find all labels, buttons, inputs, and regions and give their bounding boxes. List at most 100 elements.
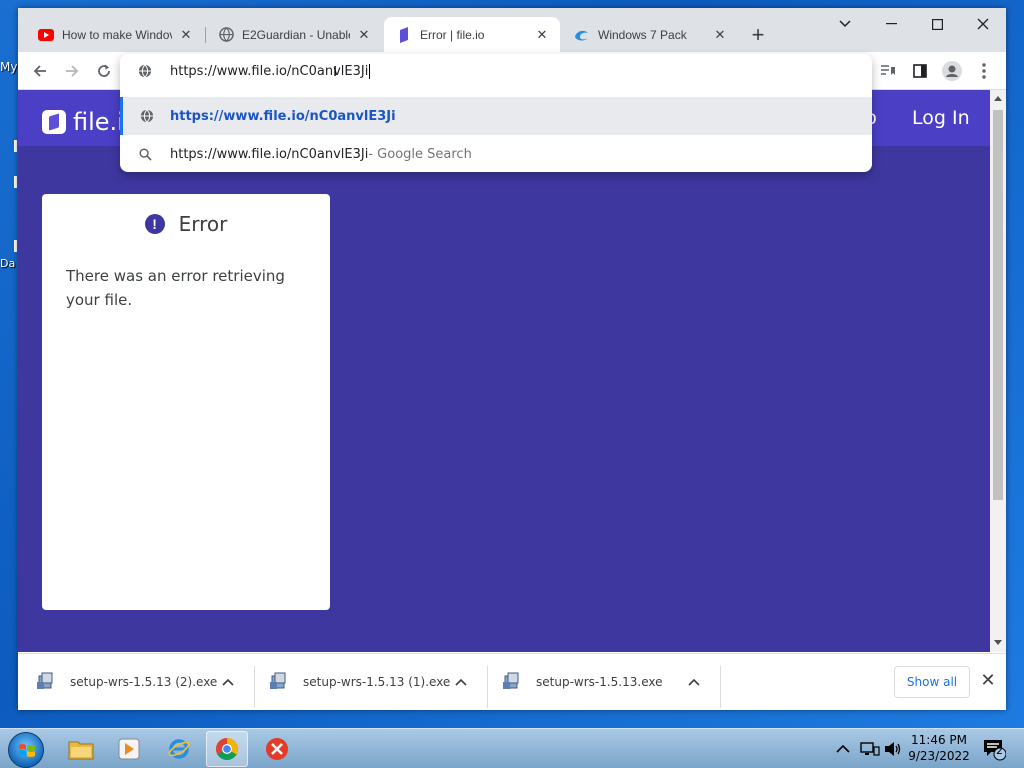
downloads-bar: setup-wrs-1.5.13 (2).exe setup-wrs-1.5.1… <box>18 653 1006 710</box>
taskbar-internet-explorer[interactable] <box>158 731 200 767</box>
chevron-down-icon <box>839 20 851 28</box>
windows-logo-icon <box>19 744 35 757</box>
show-all-button[interactable]: Show all <box>894 666 970 698</box>
system-clock[interactable]: 11:46 PM 9/23/2022 <box>900 732 978 764</box>
close-tab-icon[interactable]: ✕ <box>534 27 550 43</box>
chrome-icon <box>216 738 238 760</box>
desktop-icon-fragment <box>14 176 17 188</box>
installer-icon <box>36 671 58 693</box>
download-item[interactable]: setup-wrs-1.5.13 (2).exe <box>18 664 250 700</box>
desktop-icon-fragment <box>14 240 17 252</box>
error-header: ! Error <box>42 212 330 236</box>
maximize-icon <box>931 18 943 30</box>
download-item[interactable]: setup-wrs-1.5.13.exe <box>484 664 716 700</box>
scroll-down-icon[interactable] <box>994 640 1002 645</box>
close-icon <box>977 18 989 30</box>
internet-explorer-icon <box>168 739 190 759</box>
desktop-icon-fragment <box>14 140 17 152</box>
search-icon <box>120 147 170 161</box>
side-panel-icon <box>913 64 927 78</box>
tab-title: Windows 7 Pack <box>598 27 687 42</box>
close-downloads-icon[interactable]: ✕ <box>976 668 1000 692</box>
chevron-up-icon[interactable] <box>218 675 238 689</box>
chevron-up-icon <box>836 744 850 753</box>
clock-date: 9/23/2022 <box>908 749 970 763</box>
browser-window: How to make Windov ✕ E2Guardian - Unable… <box>18 8 1006 710</box>
tab-windows7[interactable]: Windows 7 Pack ✕ <box>562 17 738 52</box>
minimize-button[interactable] <box>868 8 914 40</box>
tab-youtube[interactable]: How to make Windov ✕ <box>26 17 204 52</box>
taskbar: 11:46 PM 9/23/2022 2 <box>0 728 1024 768</box>
reload-button[interactable] <box>90 57 118 85</box>
address-input[interactable]: https://www.file.io/nC0anvlE3Ji <box>170 64 368 79</box>
arrow-right-icon <box>66 65 79 77</box>
reading-list-button[interactable] <box>874 57 902 85</box>
clock-time: 11:46 PM <box>911 733 967 747</box>
tab-e2guardian[interactable]: E2Guardian - Unable ✕ <box>206 17 382 52</box>
tab-search-button[interactable] <box>822 8 868 40</box>
edge-icon <box>574 27 590 43</box>
chevron-up-icon[interactable] <box>684 675 704 689</box>
taskbar-explorer[interactable] <box>60 731 102 767</box>
arrow-left-icon <box>33 65 46 77</box>
exclamation-icon: ! <box>144 214 165 234</box>
close-window-button[interactable] <box>960 8 1006 40</box>
fileio-icon <box>396 26 412 43</box>
minimize-icon <box>885 23 897 25</box>
reading-list-icon <box>881 65 895 75</box>
start-button[interactable] <box>8 732 44 768</box>
avatar-icon <box>942 61 962 81</box>
menu-button[interactable] <box>970 57 998 85</box>
scroll-thumb[interactable] <box>993 110 1003 500</box>
scroll-up-icon[interactable] <box>994 96 1002 101</box>
back-button[interactable] <box>26 57 54 85</box>
address-bar[interactable]: https://www.file.io/nC0anvlE3Ji I <box>120 54 872 88</box>
error-message: There was an error retrieving your file. <box>66 267 285 309</box>
ibeam-cursor-icon: I <box>333 63 338 80</box>
globe-icon <box>123 109 170 123</box>
installer-icon <box>269 671 291 693</box>
close-tab-icon[interactable]: ✕ <box>356 27 372 43</box>
desktop-icon-label[interactable]: Da <box>0 257 15 270</box>
page-content: file.io o Log In ! Error There was an er… <box>18 90 990 652</box>
tab-fileio[interactable]: Error | file.io ✕ <box>384 17 560 52</box>
red-x-app-icon <box>266 738 288 760</box>
download-separator <box>720 666 721 708</box>
tab-title: Error | file.io <box>420 27 485 42</box>
network-tray[interactable] <box>860 729 880 768</box>
globe-icon <box>218 27 234 43</box>
login-link[interactable]: Log In <box>912 107 970 129</box>
media-player-icon <box>118 738 140 760</box>
forward-button[interactable] <box>58 57 86 85</box>
omnibox-dropdown: https://www.file.io/nC0anvlE3Ji I https:… <box>120 54 872 172</box>
text-caret <box>369 63 371 79</box>
taskbar-media-player[interactable] <box>108 731 150 767</box>
maximize-button[interactable] <box>914 8 960 40</box>
action-center[interactable]: 2 <box>982 729 1006 768</box>
desktop-icon-label[interactable]: My <box>0 60 17 74</box>
taskbar-app-red[interactable] <box>256 731 298 767</box>
close-tab-icon[interactable]: ✕ <box>712 27 728 43</box>
globe-icon <box>120 64 170 78</box>
close-tab-icon[interactable]: ✕ <box>178 27 194 43</box>
profile-button[interactable] <box>938 57 966 85</box>
side-panel-button[interactable] <box>906 57 934 85</box>
omnibox-suggestion-url[interactable]: https://www.file.io/nC0anvlE3Ji <box>120 97 872 135</box>
taskbar-chrome[interactable] <box>206 731 248 767</box>
show-hidden-icons[interactable] <box>836 729 850 768</box>
chevron-up-icon[interactable] <box>451 675 471 689</box>
page-scrollbar[interactable] <box>990 90 1006 652</box>
new-tab-button[interactable]: + <box>746 24 770 48</box>
folder-icon <box>68 741 94 760</box>
tab-title: How to make Windov <box>62 27 172 42</box>
suggestion-text: https://www.file.io/nC0anvlE3Ji <box>170 146 369 162</box>
suggestion-suffix: - Google Search <box>368 146 472 162</box>
omnibox-suggestion-search[interactable]: https://www.file.io/nC0anvlE3Ji - Google… <box>120 135 872 172</box>
notification-count: 2 <box>996 744 1003 757</box>
kebab-menu-icon <box>982 63 986 79</box>
error-card: ! Error There was an error retrieving yo… <box>42 194 330 610</box>
download-filename: setup-wrs-1.5.13 (2).exe <box>70 675 218 689</box>
installer-icon <box>502 671 524 693</box>
download-filename: setup-wrs-1.5.13.exe <box>536 675 663 689</box>
download-item[interactable]: setup-wrs-1.5.13 (1).exe <box>251 664 483 700</box>
